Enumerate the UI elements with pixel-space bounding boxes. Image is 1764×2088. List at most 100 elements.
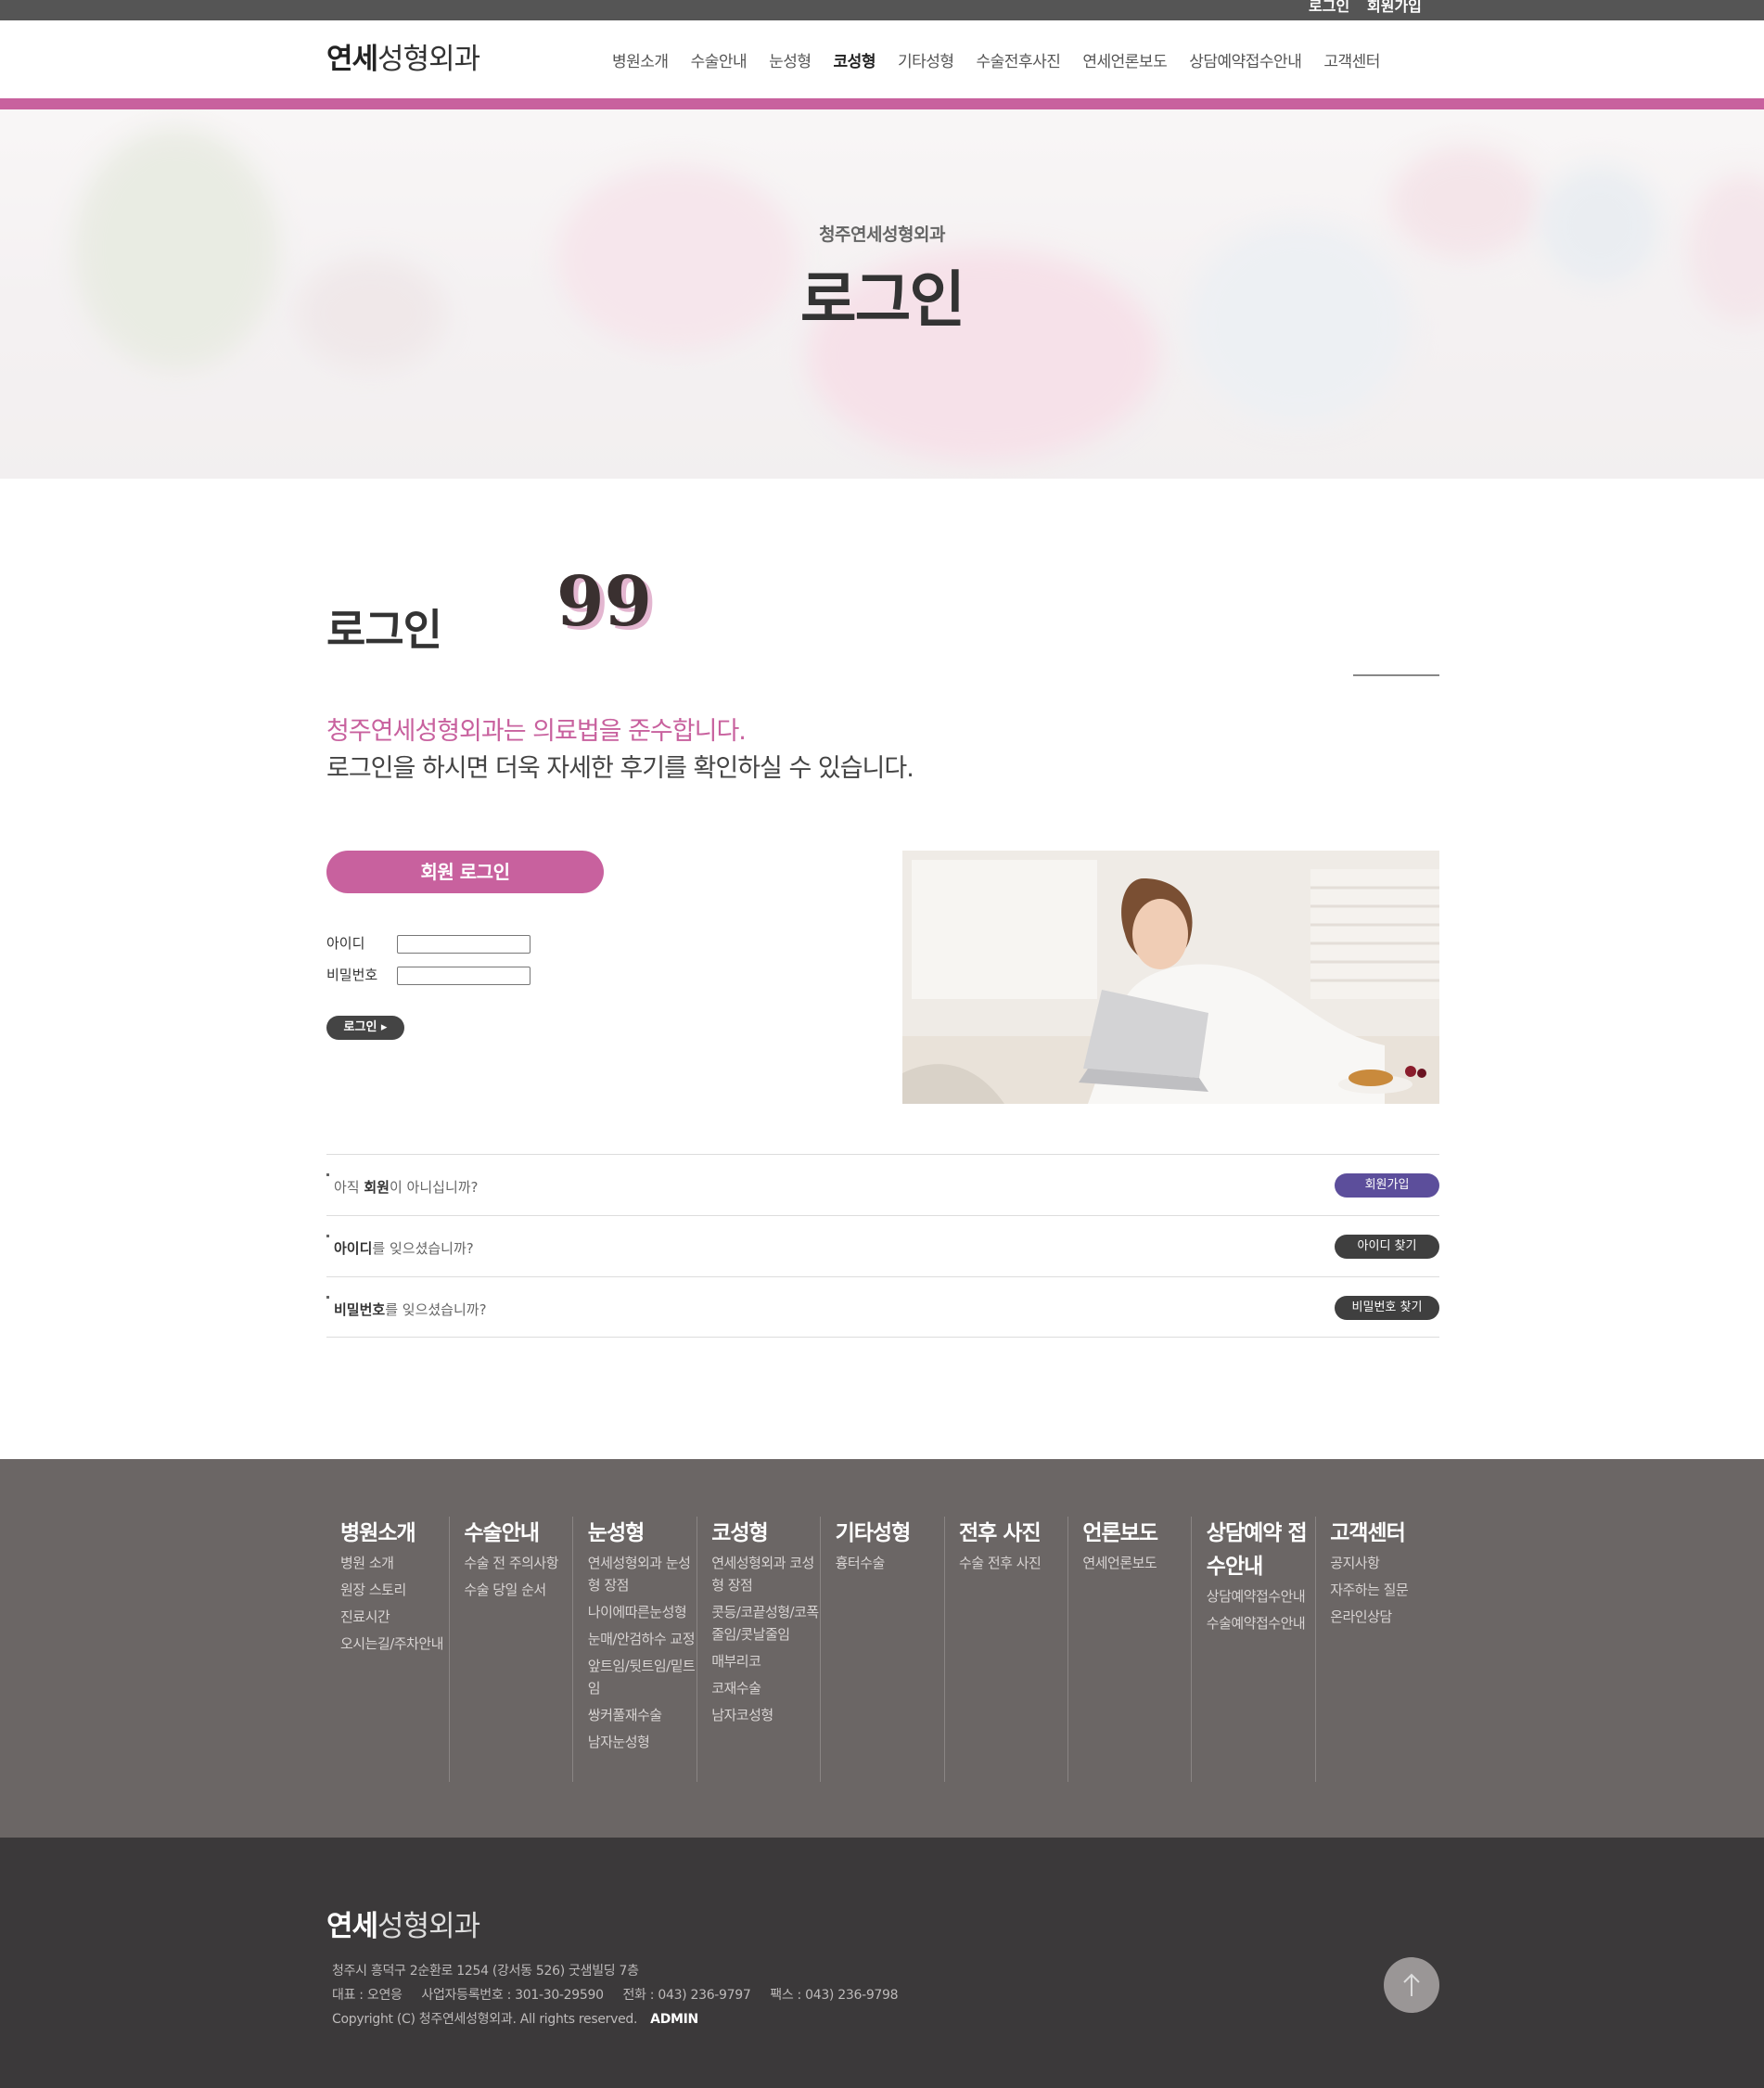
sitemap-link[interactable]: 수술 전후 사진 [959, 1552, 1067, 1574]
nav-item-5[interactable]: 기타성형 [898, 48, 954, 71]
sitemap-link[interactable]: 남자눈성형 [588, 1731, 697, 1753]
footer-company-info: 대표 : 오연응 사업자등록번호 : 301-30-29590 전화 : 043… [332, 1988, 899, 2003]
sitemap-list: 공지사항자주하는 질문온라인상담 [1330, 1552, 1439, 1628]
sitemap-link[interactable]: 수술예약접수안내 [1207, 1612, 1315, 1634]
sitemap-link[interactable]: 수술 당일 순서 [464, 1579, 572, 1601]
sitemap-link[interactable]: 진료시간 [340, 1606, 449, 1628]
nav-item-7[interactable]: 연세언론보도 [1082, 48, 1167, 71]
sitemap-heading[interactable]: 전후 사진 [959, 1517, 1067, 1550]
sitemap-link[interactable]: 앞트임/뒷트임/밑트임 [588, 1655, 697, 1699]
nav-item-2[interactable]: 수술안내 [691, 48, 748, 71]
sitemap-heading[interactable]: 고객센터 [1330, 1517, 1439, 1550]
help-question: 아이디를 잊으셨습니까? [334, 1238, 474, 1258]
sitemap-link[interactable]: 온라인상담 [1330, 1606, 1439, 1628]
logo-bold-text: 연세 [326, 43, 378, 76]
login-side-image [902, 851, 1439, 1104]
top-join-link[interactable]: 회원가입 [1367, 0, 1422, 14]
help-question-prefix: 아직 [334, 1179, 364, 1196]
footer-logo-bold-text: 연세 [326, 1910, 378, 1943]
sitemap-heading[interactable]: 눈성형 [588, 1517, 697, 1550]
sitemap-link[interactable]: 눈매/안검하수 교정 [588, 1628, 697, 1650]
sitemap-column: 코성형 연세성형외과 코성형 장점콧등/코끝성형/코폭줄임/콧날줄임매부리코코재수… [697, 1517, 822, 1782]
sitemap-heading[interactable]: 기타성형 [836, 1517, 944, 1550]
quote-mark-icon: 99 [556, 562, 652, 642]
sitemap-link[interactable]: 나이에따른눈성형 [588, 1601, 697, 1623]
main-navigation: 병원소개 수술안내 눈성형 코성형 기타성형 수술전후사진 연세언론보도 상담예약접수안내 고객… [612, 20, 1402, 98]
join-button[interactable]: 회원가입 [1335, 1173, 1439, 1198]
sitemap-link[interactable]: 자주하는 질문 [1330, 1579, 1439, 1601]
sitemap-link[interactable]: 수술 전 주의사항 [464, 1552, 572, 1574]
footer-copyright: Copyright (C) 청주연세성형외과. All rights reser… [332, 2012, 638, 2027]
nav-item-3[interactable]: 눈성형 [769, 48, 812, 71]
login-submit-button[interactable]: 로그인 ▸ [326, 1016, 404, 1040]
password-input[interactable] [397, 967, 530, 985]
sitemap-column: 고객센터 공지사항자주하는 질문온라인상담 [1316, 1517, 1439, 1782]
help-question-suffix: 를 잊으셨습니까? [385, 1301, 487, 1318]
admin-link[interactable]: ADMIN [650, 2012, 698, 2027]
sitemap-column: 언론보도 연세언론보도 [1068, 1517, 1193, 1782]
sitemap-link[interactable]: 연세성형외과 코성형 장점 [711, 1552, 820, 1596]
sitemap-link[interactable]: 쌍커풀재수술 [588, 1704, 697, 1726]
help-row: 아이디를 잊으셨습니까? 아이디 찾기 [326, 1215, 1439, 1276]
sitemap-link[interactable]: 공지사항 [1330, 1552, 1439, 1574]
sitemap-list: 연세언론보도 [1082, 1552, 1191, 1574]
sitemap-list: 수술 전 주의사항수술 당일 순서 [464, 1552, 572, 1601]
sitemap-link[interactable]: 콧등/코끝성형/코폭줄임/콧날줄임 [711, 1601, 820, 1646]
site-header: 연세성형외과 병원소개 수술안내 눈성형 코성형 기타성형 수술전후사진 연세언론보도 상담예… [0, 20, 1764, 98]
help-question-suffix: 를 잊으셨습니까? [372, 1240, 474, 1257]
site-logo[interactable]: 연세성형외과 [326, 41, 480, 78]
bullet-icon [326, 1235, 329, 1237]
sitemap-heading[interactable]: 수술안내 [464, 1517, 572, 1550]
sitemap-link[interactable]: 오시는길/주차안내 [340, 1633, 449, 1655]
help-question-keyword: 아이디 [334, 1240, 373, 1257]
footer-logo: 연세성형외과 [326, 1902, 480, 1944]
top-login-link[interactable]: 로그인 [1309, 0, 1349, 14]
sitemap-link[interactable]: 흉터수술 [836, 1552, 944, 1574]
id-input[interactable] [397, 935, 530, 954]
nav-item-1[interactable]: 병원소개 [612, 48, 669, 71]
bullet-icon [326, 1173, 329, 1176]
woman-laptop-illustration [902, 851, 1439, 1104]
sitemap-heading[interactable]: 병원소개 [340, 1517, 449, 1550]
footer-sitemap: 병원소개 병원 소개 원장 스토리 진료시간 오시는길/주차안내 수술안내 수술 전 주의사… [0, 1459, 1764, 1838]
nav-item-9[interactable]: 고객센터 [1323, 48, 1380, 71]
sitemap-link[interactable]: 매부리코 [711, 1650, 820, 1672]
nav-item-6[interactable]: 수술전후사진 [977, 48, 1061, 71]
member-login-heading: 회원 로그인 [326, 851, 604, 893]
sitemap-heading[interactable]: 상담예약 접수안내 [1207, 1517, 1315, 1583]
scroll-to-top-button[interactable] [1384, 1957, 1439, 2013]
sitemap-column: 병원소개 병원 소개원장 스토리진료시간오시는길/주차안내 [326, 1517, 450, 1782]
sitemap-list: 흉터수술 [836, 1552, 944, 1574]
hero-title: 로그인 [799, 264, 965, 336]
sitemap-list: 연세성형외과 코성형 장점콧등/코끝성형/코폭줄임/콧날줄임매부리코코재수술남자… [711, 1552, 820, 1726]
help-question-keyword: 비밀번호 [334, 1301, 386, 1318]
help-row: 아직 회원이 아니십니까? 회원가입 [326, 1154, 1439, 1215]
sitemap-column: 수술안내 수술 전 주의사항수술 당일 순서 [450, 1517, 574, 1782]
hero-subtitle: 청주연세성형외과 [819, 224, 945, 245]
sitemap-link[interactable]: 상담예약접수안내 [1207, 1585, 1315, 1608]
sitemap-list: 상담예약접수안내수술예약접수안내 [1207, 1585, 1315, 1634]
section-title: 로그인 [326, 605, 442, 655]
password-label: 비밀번호 [326, 967, 378, 983]
medical-law-notice: 청주연세성형외과는 의료법을 준수합니다. [326, 717, 747, 746]
sitemap-link[interactable]: 병원 소개 [340, 1552, 449, 1574]
find-id-button[interactable]: 아이디 찾기 [1335, 1235, 1439, 1259]
logo-text: 성형외과 [377, 43, 480, 76]
sitemap-link[interactable]: 코재수술 [711, 1677, 820, 1699]
sitemap-link[interactable]: 남자코성형 [711, 1704, 820, 1726]
find-password-button[interactable]: 비밀번호 찾기 [1335, 1296, 1439, 1320]
footer-copyright-line: Copyright (C) 청주연세성형외과. All rights reser… [332, 2009, 698, 2028]
sitemap-link[interactable]: 연세성형외과 눈성형 장점 [588, 1552, 697, 1596]
nav-item-4[interactable]: 코성형 [834, 48, 876, 71]
help-question: 비밀번호를 잊으셨습니까? [334, 1300, 487, 1319]
sitemap-link[interactable]: 연세언론보도 [1082, 1552, 1191, 1574]
sitemap-list: 수술 전후 사진 [959, 1552, 1067, 1574]
sitemap-link[interactable]: 원장 스토리 [340, 1579, 449, 1601]
bullet-icon [326, 1296, 329, 1299]
top-utility-bar: 로그인 회원가입 [0, 0, 1764, 20]
sitemap-heading[interactable]: 코성형 [711, 1517, 820, 1550]
nav-item-8[interactable]: 상담예약접수안내 [1189, 48, 1302, 71]
help-question-suffix: 이 아니십니까? [389, 1179, 479, 1196]
footer-logo-text: 성형외과 [377, 1910, 480, 1943]
sitemap-heading[interactable]: 언론보도 [1082, 1517, 1191, 1550]
